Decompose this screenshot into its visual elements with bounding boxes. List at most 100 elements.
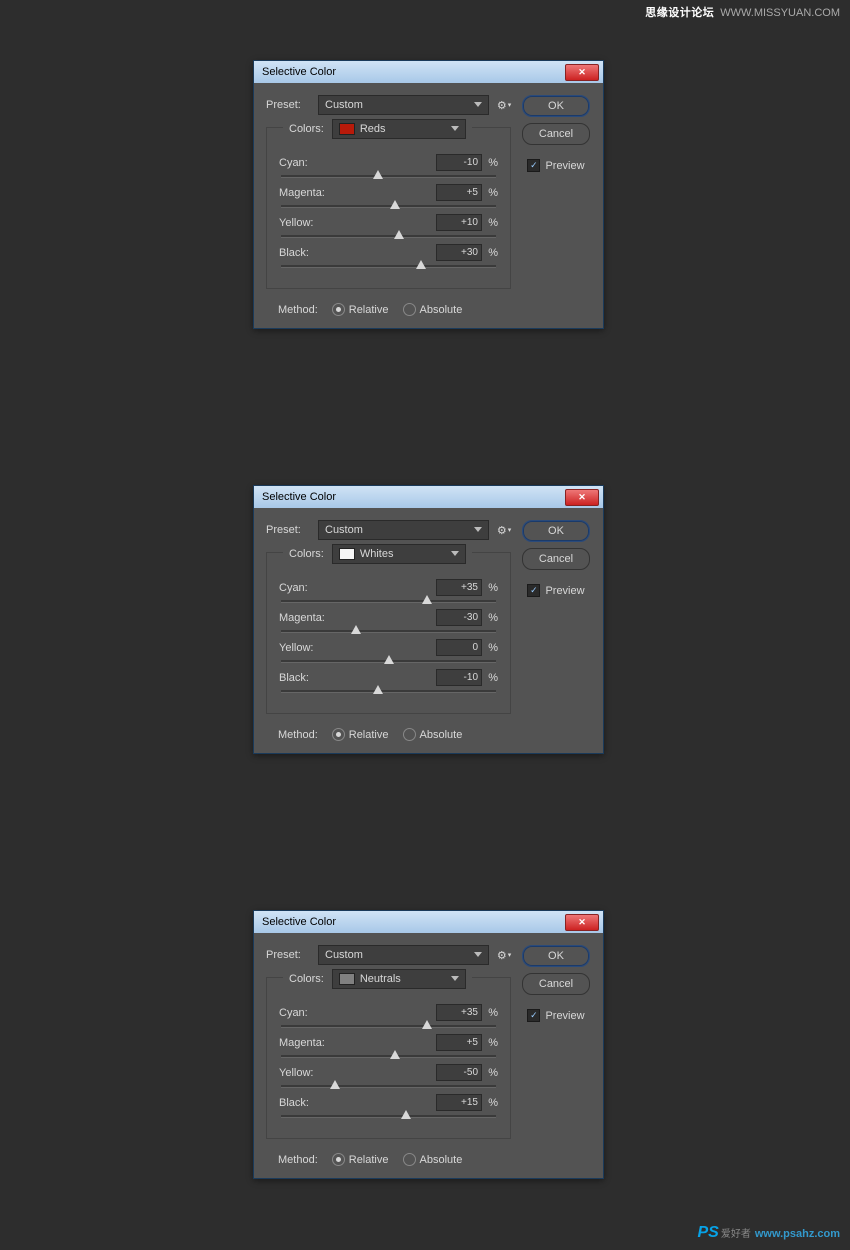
slider-row: Black:+30% xyxy=(279,244,498,268)
ok-button[interactable]: OK xyxy=(522,520,590,542)
colors-dropdown[interactable]: Whites xyxy=(332,544,466,564)
slider-track[interactable] xyxy=(281,1055,496,1058)
radio-icon xyxy=(332,303,345,316)
slider-value-input[interactable]: +15 xyxy=(436,1094,482,1111)
preset-label: Preset: xyxy=(266,949,310,961)
chevron-down-icon xyxy=(474,527,482,532)
percent-label: % xyxy=(482,1007,498,1019)
cancel-button[interactable]: Cancel xyxy=(522,548,590,570)
preset-value: Custom xyxy=(325,99,363,111)
slider-track[interactable] xyxy=(281,690,496,693)
slider-value-input[interactable]: +35 xyxy=(436,1004,482,1021)
gear-icon[interactable]: ⚙▾ xyxy=(497,948,511,962)
chevron-down-icon xyxy=(474,102,482,107)
radio-label: Absolute xyxy=(420,1154,463,1166)
close-button[interactable]: ✕ xyxy=(565,914,599,931)
slider-track[interactable] xyxy=(281,600,496,603)
slider-track[interactable] xyxy=(281,175,496,178)
selective-color-dialog: Selective Color✕Preset:Custom⚙▾Colors:Ne… xyxy=(253,910,604,1179)
preview-checkbox[interactable]: ✓Preview xyxy=(527,584,584,597)
slider-thumb[interactable] xyxy=(416,260,426,269)
slider-thumb[interactable] xyxy=(330,1080,340,1089)
method-relative-radio[interactable]: Relative xyxy=(332,728,389,741)
slider-thumb[interactable] xyxy=(373,170,383,179)
colors-fieldset: Colors:NeutralsCyan:+35%Magenta:+5%Yello… xyxy=(266,977,511,1139)
chevron-down-icon xyxy=(451,976,459,981)
slider-track[interactable] xyxy=(281,265,496,268)
gear-icon[interactable]: ⚙▾ xyxy=(497,523,511,537)
popup-arrow-icon: ▾ xyxy=(508,951,512,959)
slider-value-input[interactable]: -10 xyxy=(436,669,482,686)
slider-row: Yellow:+10% xyxy=(279,214,498,238)
color-swatch xyxy=(339,123,355,135)
slider-value-input[interactable]: +35 xyxy=(436,579,482,596)
gear-icon[interactable]: ⚙▾ xyxy=(497,98,511,112)
radio-icon xyxy=(403,1153,416,1166)
slider-track[interactable] xyxy=(281,1115,496,1118)
method-absolute-radio[interactable]: Absolute xyxy=(403,303,463,316)
radio-label: Absolute xyxy=(420,729,463,741)
slider-value-input[interactable]: +30 xyxy=(436,244,482,261)
slider-thumb[interactable] xyxy=(401,1110,411,1119)
colors-dropdown[interactable]: Neutrals xyxy=(332,969,466,989)
slider-value-input[interactable]: +5 xyxy=(436,1034,482,1051)
slider-thumb[interactable] xyxy=(373,685,383,694)
slider-track[interactable] xyxy=(281,630,496,633)
slider-value-input[interactable]: 0 xyxy=(436,639,482,656)
colors-value: Neutrals xyxy=(360,973,401,985)
slider-track[interactable] xyxy=(281,205,496,208)
slider-label: Magenta: xyxy=(279,612,436,624)
ok-button[interactable]: OK xyxy=(522,95,590,117)
slider-thumb[interactable] xyxy=(384,655,394,664)
preview-checkbox[interactable]: ✓Preview xyxy=(527,1009,584,1022)
method-relative-radio[interactable]: Relative xyxy=(332,1153,389,1166)
preset-dropdown[interactable]: Custom xyxy=(318,95,489,115)
percent-label: % xyxy=(482,217,498,229)
method-absolute-radio[interactable]: Absolute xyxy=(403,1153,463,1166)
slider-thumb[interactable] xyxy=(422,1020,432,1029)
slider-value-input[interactable]: +10 xyxy=(436,214,482,231)
close-icon: ✕ xyxy=(578,492,586,503)
dialog-title: Selective Color xyxy=(262,491,565,503)
slider-track[interactable] xyxy=(281,1085,496,1088)
popup-arrow-icon: ▾ xyxy=(508,526,512,534)
slider-value-input[interactable]: -50 xyxy=(436,1064,482,1081)
slider-value-input[interactable]: -30 xyxy=(436,609,482,626)
ok-button[interactable]: OK xyxy=(522,945,590,967)
chevron-down-icon xyxy=(451,126,459,131)
slider-thumb[interactable] xyxy=(351,625,361,634)
slider-track[interactable] xyxy=(281,235,496,238)
slider-row: Cyan:-10% xyxy=(279,154,498,178)
slider-thumb[interactable] xyxy=(422,595,432,604)
slider-thumb[interactable] xyxy=(390,200,400,209)
close-button[interactable]: ✕ xyxy=(565,64,599,81)
slider-row: Magenta:-30% xyxy=(279,609,498,633)
slider-track[interactable] xyxy=(281,660,496,663)
slider-row: Black:-10% xyxy=(279,669,498,693)
method-absolute-radio[interactable]: Absolute xyxy=(403,728,463,741)
watermark-bottom: PS爱好者www.psahz.com xyxy=(697,1224,840,1242)
slider-track[interactable] xyxy=(281,1025,496,1028)
preset-dropdown[interactable]: Custom xyxy=(318,520,489,540)
titlebar[interactable]: Selective Color✕ xyxy=(254,911,603,933)
slider-label: Yellow: xyxy=(279,217,436,229)
slider-label: Cyan: xyxy=(279,1007,436,1019)
slider-value-input[interactable]: -10 xyxy=(436,154,482,171)
slider-thumb[interactable] xyxy=(390,1050,400,1059)
slider-thumb[interactable] xyxy=(394,230,404,239)
slider-value-input[interactable]: +5 xyxy=(436,184,482,201)
radio-label: Absolute xyxy=(420,304,463,316)
titlebar[interactable]: Selective Color ✕ xyxy=(254,486,603,508)
preset-dropdown[interactable]: Custom xyxy=(318,945,489,965)
cancel-button[interactable]: Cancel xyxy=(522,123,590,145)
percent-label: % xyxy=(482,1067,498,1079)
slider-row: Yellow:-50% xyxy=(279,1064,498,1088)
titlebar[interactable]: Selective Color✕ xyxy=(254,61,603,83)
colors-dropdown[interactable]: Reds xyxy=(332,119,466,139)
method-relative-radio[interactable]: Relative xyxy=(332,303,389,316)
slider-label: Magenta: xyxy=(279,1037,436,1049)
method-label: Method: xyxy=(278,1154,318,1166)
cancel-button[interactable]: Cancel xyxy=(522,973,590,995)
preview-checkbox[interactable]: ✓Preview xyxy=(527,159,584,172)
close-button[interactable]: ✕ xyxy=(565,489,599,506)
